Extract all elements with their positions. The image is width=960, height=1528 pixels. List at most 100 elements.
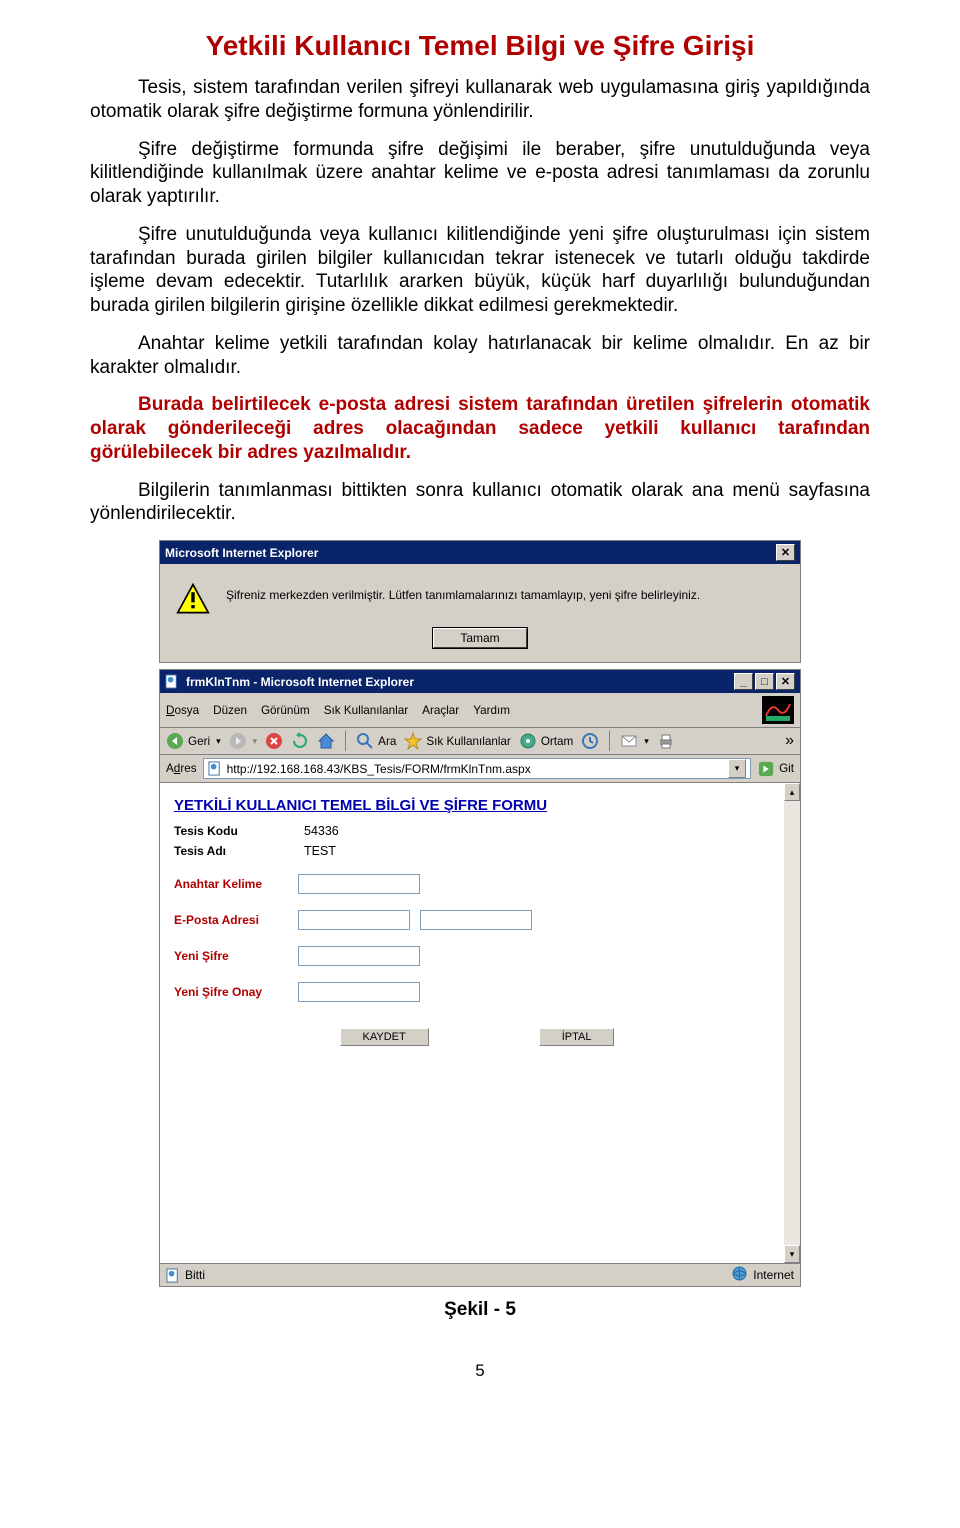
toolbar-media-label: Ortam: [541, 735, 573, 748]
scroll-track[interactable]: [784, 801, 800, 1245]
go-arrow-icon: [757, 760, 775, 778]
value-tesis-kodu: 54336: [298, 824, 339, 838]
toolbar-favorites-button[interactable]: Sık Kullanılanlar: [404, 732, 510, 750]
internet-zone-icon: [732, 1266, 747, 1284]
paragraph-1-text: Tesis, sistem tarafından verilen şifreyi…: [90, 77, 870, 122]
alert-close-button[interactable]: ✕: [776, 544, 795, 561]
refresh-icon: [291, 732, 309, 750]
browser-content: YETKİLİ KULLANICI TEMEL BİLGİ VE ŞİFRE F…: [160, 783, 800, 1263]
label-eposta: E-Posta Adresi: [174, 913, 298, 927]
input-eposta-local[interactable]: [298, 910, 410, 930]
browser-titlebar: frmKlnTnm - Microsoft Internet Explorer …: [160, 670, 800, 693]
paragraph-4-text: Anahtar kelime yetkili tarafından kolay …: [90, 333, 870, 378]
toolbar-separator: [609, 731, 610, 751]
address-input[interactable]: http://192.168.168.43/KBS_Tesis/FORM/frm…: [203, 758, 752, 779]
page-number: 5: [90, 1361, 870, 1381]
paragraph-5: Burada belirtilecek e-posta adresi siste…: [90, 393, 870, 464]
menu-file[interactable]: Dosya: [166, 704, 199, 717]
label-yeni-sifre: Yeni Şifre: [174, 949, 298, 963]
toolbar-search-button[interactable]: Ara: [356, 732, 396, 750]
status-zone-text: Internet: [753, 1268, 794, 1282]
toolbar-mail-button[interactable]: ▾: [620, 732, 649, 750]
scroll-up-button[interactable]: ▴: [784, 783, 800, 801]
ie-page-icon: [166, 1268, 181, 1283]
address-dropdown-button[interactable]: ▾: [728, 759, 746, 778]
toolbar-refresh-button[interactable]: [291, 732, 309, 750]
warning-icon: [176, 582, 210, 616]
menu-help[interactable]: Yardım: [473, 704, 510, 717]
paragraph-3-text: Şifre unutulduğunda veya kullanıcı kilit…: [90, 224, 870, 316]
menu-bar: Dosya Düzen Görünüm Sık Kullanılanlar Ar…: [160, 693, 800, 728]
window-minimize-button[interactable]: _: [734, 673, 753, 690]
forward-arrow-icon: [229, 732, 247, 750]
alert-ok-button[interactable]: Tamam: [433, 628, 526, 648]
back-arrow-icon: [166, 732, 184, 750]
history-icon: [581, 732, 599, 750]
input-eposta-domain[interactable]: [420, 910, 532, 930]
doc-title: Yetkili Kullanıcı Temel Bilgi ve Şifre G…: [90, 30, 870, 62]
search-icon: [356, 732, 374, 750]
paragraph-2: Şifre değiştirme formunda şifre değişimi…: [90, 138, 870, 209]
alert-dialog: Microsoft Internet Explorer ✕ Şifreniz m…: [159, 540, 801, 663]
address-text: http://192.168.168.43/KBS_Tesis/FORM/frm…: [227, 762, 531, 776]
toolbar-print-button[interactable]: [657, 732, 675, 750]
ie-page-icon: [165, 674, 180, 689]
browser-title-text: frmKlnTnm - Microsoft Internet Explorer: [186, 675, 728, 689]
toolbar-history-button[interactable]: [581, 732, 599, 750]
paragraph-6-text: Bilgilerin tanımlanması bittikten sonra …: [90, 480, 870, 525]
cancel-button[interactable]: İPTAL: [539, 1028, 615, 1046]
save-button[interactable]: KAYDET: [340, 1028, 429, 1046]
print-icon: [657, 732, 675, 750]
stop-icon: [265, 732, 283, 750]
paragraph-3: Şifre unutulduğunda veya kullanıcı kilit…: [90, 223, 870, 318]
alert-title-text: Microsoft Internet Explorer: [165, 546, 318, 560]
figure-caption: Şekil - 5: [90, 1299, 870, 1321]
vertical-scrollbar[interactable]: ▴ ▾: [784, 783, 800, 1263]
label-yeni-sifre-onay: Yeni Şifre Onay: [174, 985, 298, 999]
window-maximize-button[interactable]: □: [755, 673, 774, 690]
status-bar: Bitti Internet: [160, 1263, 800, 1286]
menu-view[interactable]: Görünüm: [261, 704, 310, 717]
toolbar-forward-button[interactable]: ▾: [229, 732, 258, 750]
alert-message: Şifreniz merkezden verilmiştir. Lütfen t…: [226, 582, 700, 602]
menu-edit[interactable]: Düzen: [213, 704, 247, 717]
scroll-down-button[interactable]: ▾: [784, 1245, 800, 1263]
go-button[interactable]: Git: [757, 760, 794, 778]
toolbar-separator: [345, 731, 346, 751]
toolbar-search-label: Ara: [378, 735, 396, 748]
toolbar: Geri ▾ ▾ Ara Sık Kullan: [160, 728, 800, 755]
paragraph-6: Bilgilerin tanımlanması bittikten sonra …: [90, 479, 870, 527]
media-icon: [519, 732, 537, 750]
address-label: Adres: [166, 762, 197, 775]
menu-favorites[interactable]: Sık Kullanılanlar: [324, 704, 408, 717]
status-text: Bitti: [185, 1268, 205, 1282]
paragraph-2-text: Şifre değiştirme formunda şifre değişimi…: [90, 139, 870, 208]
form-heading: YETKİLİ KULLANICI TEMEL BİLGİ VE ŞİFRE F…: [174, 797, 780, 814]
paragraph-4: Anahtar kelime yetkili tarafından kolay …: [90, 332, 870, 380]
input-yeni-sifre[interactable]: [298, 946, 420, 966]
label-tesis-kodu: Tesis Kodu: [174, 824, 298, 838]
label-anahtar-kelime: Anahtar Kelime: [174, 877, 298, 891]
window-close-button[interactable]: ✕: [776, 673, 795, 690]
chevron-down-icon: ▾: [216, 736, 221, 747]
toolbar-back-button[interactable]: Geri ▾: [166, 732, 221, 750]
chevron-down-icon: ▾: [644, 736, 649, 747]
browser-window: frmKlnTnm - Microsoft Internet Explorer …: [159, 669, 801, 1287]
paragraph-5-text: Burada belirtilecek e-posta adresi siste…: [90, 394, 870, 463]
toolbar-back-label: Geri: [188, 735, 210, 748]
input-anahtar-kelime[interactable]: [298, 874, 420, 894]
toolbar-home-button[interactable]: [317, 732, 335, 750]
go-label: Git: [779, 762, 794, 775]
toolbar-stop-button[interactable]: [265, 732, 283, 750]
toolbar-overflow-button[interactable]: »: [785, 732, 794, 750]
address-bar: Adres http://192.168.168.43/KBS_Tesis/FO…: [160, 755, 800, 783]
label-tesis-adi: Tesis Adı: [174, 844, 298, 858]
chevron-down-icon: ▾: [253, 736, 258, 747]
ie-page-icon: [208, 761, 223, 776]
favorites-star-icon: [404, 732, 422, 750]
menu-tools[interactable]: Araçlar: [422, 704, 459, 717]
toolbar-media-button[interactable]: Ortam: [519, 732, 573, 750]
toolbar-favorites-label: Sık Kullanılanlar: [426, 735, 510, 748]
input-yeni-sifre-onay[interactable]: [298, 982, 420, 1002]
home-icon: [317, 732, 335, 750]
